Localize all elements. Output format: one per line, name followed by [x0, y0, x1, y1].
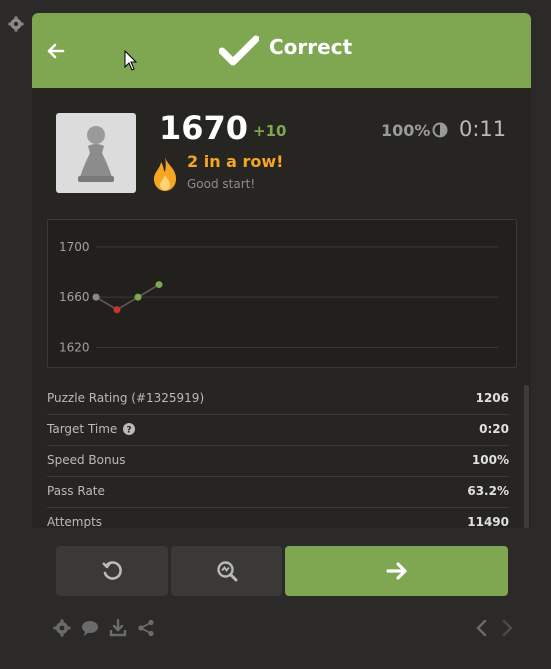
- rating-chart: 1700 1660 1620: [47, 219, 517, 368]
- puzzle-panel: Correct 1670 +10 100% 0:11 2 in a row! G…: [32, 13, 531, 653]
- stat-label-text: Attempts: [47, 515, 103, 529]
- y-tick-label: 1700: [59, 240, 90, 254]
- avatar: [56, 113, 136, 193]
- check-icon: [219, 35, 259, 66]
- half-circle-icon: [432, 122, 448, 138]
- stat-label: Target Time?: [47, 422, 136, 436]
- stat-label: Pass Rate: [47, 484, 105, 498]
- next-puzzle-button[interactable]: [285, 546, 508, 596]
- stat-label: Puzzle Rating (#1325919): [47, 391, 204, 405]
- arrow-right-icon: [385, 562, 407, 580]
- help-icon[interactable]: ?: [123, 423, 136, 436]
- stat-row: Speed Bonus 100%: [47, 446, 509, 477]
- stat-value: 1206: [475, 391, 509, 405]
- stat-row: Puzzle Rating (#1325919) 1206: [47, 384, 509, 415]
- scrollbar[interactable]: [524, 385, 529, 528]
- rating-point: [134, 293, 142, 301]
- stat-label: Attempts: [47, 515, 102, 529]
- rating-chart-svg: 1700 1660 1620: [59, 240, 498, 354]
- stats-table: Puzzle Rating (#1325919) 1206 Target Time?…: [47, 384, 509, 538]
- settings-icon[interactable]: [53, 619, 71, 637]
- player-rating: 1670: [159, 109, 249, 147]
- stat-label-text: Pass Rate: [47, 484, 105, 498]
- stat-value: 100%: [471, 453, 509, 467]
- streak-label: 2 in a row!: [187, 152, 284, 171]
- accuracy-value: 100%: [381, 121, 431, 140]
- rating-point: [113, 306, 121, 314]
- stat-value: 63.2%: [467, 484, 509, 498]
- timer: 0:11: [459, 117, 507, 141]
- stat-value: 0:20: [479, 422, 509, 436]
- rating-point: [155, 281, 163, 289]
- stat-label-text: Target Time: [47, 422, 118, 436]
- result-header: Correct: [32, 13, 531, 88]
- svg-text:?: ?: [127, 426, 132, 436]
- mouse-cursor-icon: [124, 50, 138, 71]
- stat-value: 11490: [467, 515, 509, 529]
- back-arrow-icon[interactable]: [46, 41, 66, 61]
- chevron-left-icon[interactable]: [473, 619, 491, 637]
- chevron-right-icon[interactable]: [498, 619, 516, 637]
- pawn-icon: [78, 126, 114, 182]
- stat-label-text: Puzzle Rating (#1325919): [47, 391, 205, 405]
- share-icon[interactable]: [137, 619, 155, 637]
- result-title: Correct: [269, 35, 353, 59]
- settings-gear-icon[interactable]: [8, 16, 24, 32]
- action-footer: [32, 528, 531, 653]
- download-icon[interactable]: [109, 619, 127, 637]
- stat-row: Pass Rate 63.2%: [47, 477, 509, 508]
- rating-point: [92, 293, 100, 301]
- analyze-button[interactable]: [171, 546, 282, 596]
- stat-label-text: Speed Bonus: [47, 453, 126, 467]
- y-tick-label: 1660: [59, 290, 90, 304]
- stat-label: Speed Bonus: [47, 453, 125, 467]
- streak-subtext: Good start!: [187, 177, 256, 191]
- y-tick-label: 1620: [59, 340, 90, 354]
- retry-button[interactable]: [56, 546, 168, 596]
- analysis-icon: [216, 561, 237, 582]
- flame-icon: [154, 157, 176, 191]
- retry-icon: [102, 561, 122, 580]
- stat-row: Target Time? 0:20: [47, 415, 509, 446]
- chat-bubble-icon[interactable]: [81, 619, 99, 637]
- rating-delta: +10: [253, 122, 287, 140]
